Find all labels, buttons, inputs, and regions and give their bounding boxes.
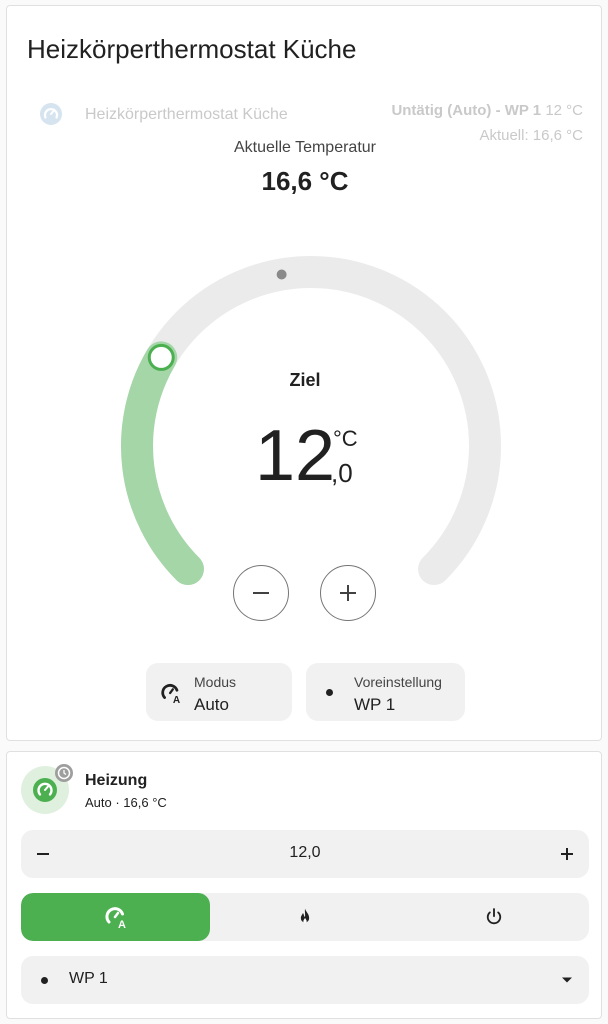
decrease-button[interactable] (233, 565, 289, 621)
preset-dot-icon (326, 689, 333, 696)
stepper-value: 12,0 (289, 844, 321, 861)
mode-heat-button[interactable] (210, 893, 399, 941)
thermostat-auto-icon: A (161, 683, 181, 704)
hvac-mode-selector: A (21, 893, 589, 941)
mode-off-button[interactable] (400, 893, 589, 941)
entity-name: Heizung (85, 772, 148, 789)
target-label: Ziel (289, 370, 321, 390)
card-title: Heizkörperthermostat Küche (27, 34, 357, 64)
preset-chip-value: WP 1 (354, 695, 396, 714)
power-icon (487, 908, 502, 925)
target-temperature-stepper: 12,0 (21, 830, 589, 878)
thermostat-icon (40, 103, 62, 125)
mode-chip-title: Modus (194, 674, 237, 690)
clock-badge-icon (55, 764, 73, 782)
target-handle[interactable] (147, 343, 175, 371)
current-temperature-marker (276, 269, 287, 280)
plus-icon (340, 585, 356, 601)
mode-auto-button[interactable]: A (21, 893, 211, 941)
preset-chip[interactable]: Voreinstellung WP 1 (306, 663, 465, 721)
current-temperature-value: 16,6 °C (261, 166, 349, 196)
entity-state: Auto · 16,6 °C (85, 795, 167, 810)
preset-select[interactable]: WP 1 (21, 956, 589, 1004)
overlay-target: 12 °C (545, 102, 583, 119)
thermostat-card: Heizkörperthermostat Küche Heizkörperthe… (6, 5, 602, 741)
preset-chip-title: Voreinstellung (354, 674, 442, 690)
entity-card: Heizung Auto · 16,6 °C 12,0 A WP 1 (6, 751, 602, 1019)
target-value-decimal: ,0 (331, 458, 353, 488)
mode-chip[interactable]: A Modus Auto (146, 663, 292, 721)
overlay-status-text: Untätig (Auto) - WP 1 (391, 102, 542, 119)
svg-text:A: A (118, 919, 126, 929)
target-value-integer: 12 (255, 416, 336, 496)
target-unit: °C (333, 426, 358, 451)
minus-icon (253, 592, 269, 594)
chevron-down-icon (562, 977, 572, 983)
current-temperature-label: Aktuelle Temperatur (234, 139, 376, 156)
fire-icon (300, 908, 310, 923)
overlay-name: Heizkörperthermostat Küche (85, 106, 288, 123)
mode-chip-value: Auto (194, 695, 229, 714)
increase-button[interactable] (320, 565, 376, 621)
preset-select-value: WP 1 (69, 970, 108, 987)
thermostat-auto-icon: A (105, 907, 126, 929)
preset-dot-icon (41, 977, 48, 984)
svg-text:A: A (173, 695, 181, 704)
plus-icon[interactable] (555, 842, 579, 866)
